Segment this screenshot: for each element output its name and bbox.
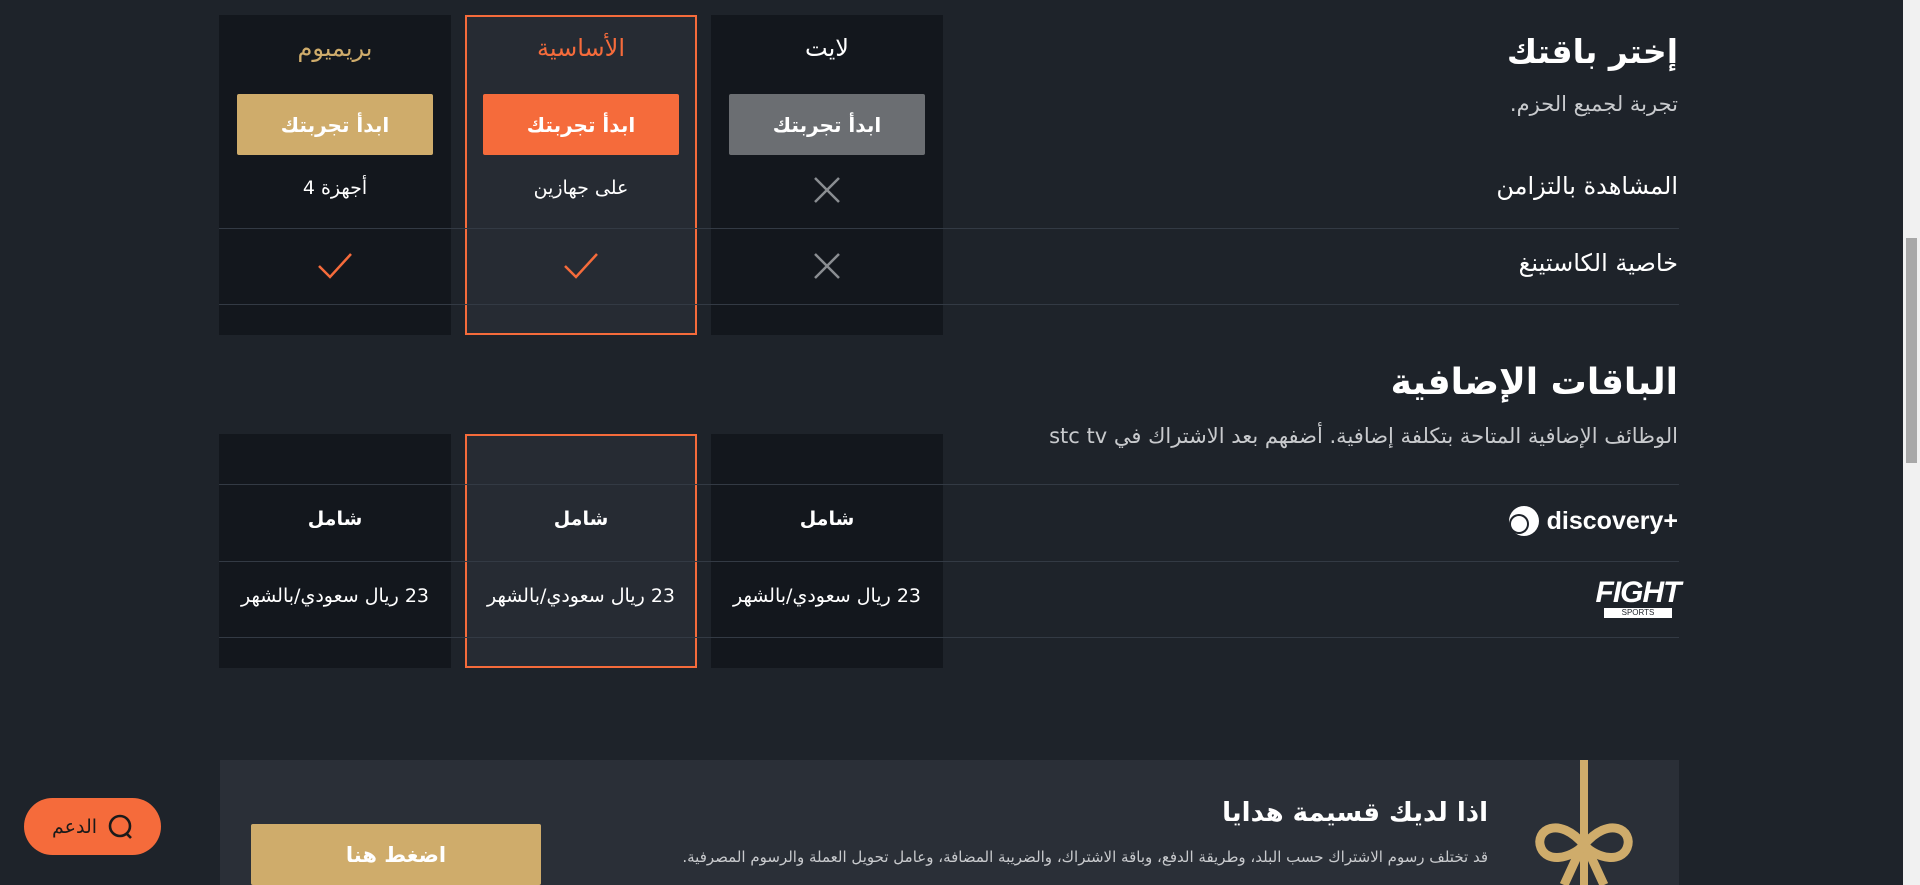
gift-click-here-button[interactable]: اضغط هنا (251, 824, 541, 885)
lite-fight-price: 23 ريال سعودي/بالشهر (732, 585, 922, 607)
addons-title: الباقات الإضافية (1390, 362, 1678, 403)
chat-icon (108, 814, 132, 839)
lite-concurrent-x-icon (711, 172, 943, 208)
premium-concurrent-value: 4 أجهزة (302, 177, 368, 199)
plan-name-lite: لايت (805, 34, 849, 62)
basic-discovery-value: شامل (553, 508, 609, 530)
row-divider (219, 561, 1679, 562)
discovery-logo-text: discovery+ (1546, 506, 1678, 535)
premium-casting-check-icon (219, 248, 451, 284)
gift-text: قد تختلف رسوم الاشتراك حسب البلد، وطريقة… (682, 848, 1488, 866)
basic-concurrent-value: على جهازين (533, 177, 629, 199)
gift-ribbon-icon (1535, 760, 1633, 885)
discovery-plus-logo: discovery+ (1505, 503, 1678, 539)
premium-fight-price: 23 ريال سعودي/بالشهر (240, 585, 430, 607)
row-divider (219, 637, 1679, 638)
support-label: الدعم (51, 815, 98, 838)
fight-logo-subtext: SPORTS (1603, 608, 1673, 618)
gift-title: اذا لديك قسيمة هدايا (1222, 798, 1488, 828)
plan-name-premium: بريميوم (297, 34, 373, 62)
row-divider (219, 304, 1679, 305)
discovery-globe-icon (1508, 506, 1539, 536)
lite-discovery-value: شامل (799, 508, 855, 530)
choose-plan-title: إختر باقتك (1506, 32, 1678, 71)
premium-discovery-value: شامل (307, 508, 363, 530)
premium-start-trial-button[interactable]: ابدأ تجربتك (237, 94, 433, 155)
gift-voucher-banner: اذا لديك قسيمة هدايا قد تختلف رسوم الاشت… (220, 760, 1679, 885)
row-divider (219, 228, 1679, 229)
row-label-concurrent: المشاهدة بالتزامن (1496, 172, 1678, 200)
basic-casting-check-icon (465, 248, 697, 284)
row-divider (219, 484, 1679, 485)
choose-plan-subtitle: تجربة لجميع الحزم. (1509, 92, 1678, 116)
lite-addon-column (711, 434, 943, 668)
lite-casting-x-icon (711, 248, 943, 284)
basic-start-trial-button[interactable]: ابدأ تجربتك (483, 94, 679, 155)
support-button[interactable]: الدعم (24, 798, 161, 855)
row-label-casting: خاصية الكاستينغ (1518, 249, 1678, 277)
addons-subtitle: الوظائف الإضافية المتاحة بتكلفة إضافية. … (1049, 424, 1678, 448)
scrollbar-thumb[interactable] (1906, 238, 1917, 463)
plan-name-basic: الأساسية (537, 34, 625, 62)
lite-start-trial-button[interactable]: ابدأ تجربتك (729, 94, 925, 155)
page-scrollbar[interactable] (1903, 0, 1920, 885)
basic-fight-price: 23 ريال سعودي/بالشهر (486, 585, 676, 607)
fight-sports-logo: FIGHT SPORTS (1595, 574, 1682, 622)
fight-logo-text: FIGHT (1595, 576, 1682, 609)
premium-addon-column (219, 434, 451, 668)
basic-addon-column (465, 434, 697, 668)
